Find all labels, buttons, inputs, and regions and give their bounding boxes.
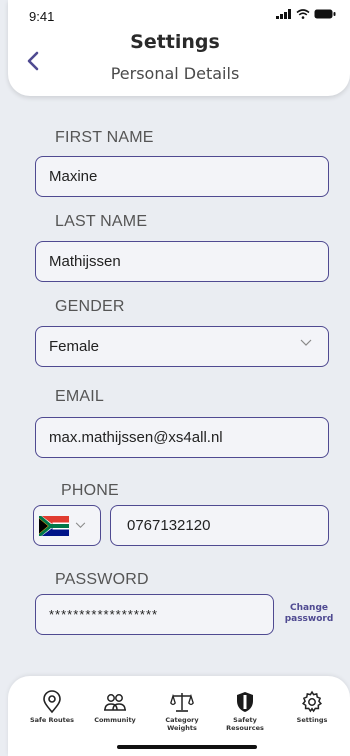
country-code-select[interactable] (33, 505, 101, 546)
page-subtitle: Personal Details (110, 64, 240, 83)
home-indicator (117, 745, 257, 749)
nav-label-category-weights-line2: Weights (167, 724, 197, 732)
battery-icon (314, 9, 336, 19)
change-password-label-line1: Change (289, 603, 329, 613)
signal-icon (276, 9, 291, 19)
nav-label-category-weights: Category Weights (152, 716, 212, 732)
nav-item-settings[interactable]: Settings (282, 690, 342, 724)
password-value: ****************** (49, 607, 159, 622)
chevron-down-icon (75, 522, 86, 528)
change-password-link[interactable]: Change password (281, 603, 337, 625)
status-icons (276, 9, 336, 19)
last-name-label: LAST NAME (55, 213, 148, 230)
nav-label-safe-routes: Safe Routes (29, 716, 75, 724)
nav-item-safety-resources[interactable]: Safety Resources (215, 690, 275, 732)
nav-label-safety-resources-line1: Safety (233, 716, 257, 724)
status-time: 9:41 (29, 9, 55, 24)
nav-label-settings: Settings (296, 716, 328, 724)
phone-field[interactable]: 0767132120 (110, 505, 329, 546)
phone-label: PHONE (61, 482, 119, 499)
email-field[interactable]: max.mathijssen@xs4all.nl (35, 417, 329, 458)
nav-item-community[interactable]: Community (85, 690, 145, 724)
location-pin-icon (43, 690, 61, 714)
gear-icon (301, 690, 323, 713)
last-name-value: Mathijssen (49, 253, 121, 270)
shield-icon (237, 692, 253, 712)
nav-label-category-weights-line1: Category (165, 716, 199, 724)
last-name-field[interactable]: Mathijssen (35, 241, 329, 282)
south-africa-flag-icon (39, 515, 69, 536)
nav-label-community: Community (94, 716, 136, 724)
gender-select[interactable]: Female (35, 326, 329, 367)
scales-icon (170, 693, 194, 712)
page-title: Settings (130, 31, 220, 53)
email-label: EMAIL (55, 388, 105, 405)
chevron-down-icon (300, 339, 312, 346)
password-label: PASSWORD (55, 571, 149, 588)
email-value: max.mathijssen@xs4all.nl (49, 429, 223, 446)
nav-item-category-weights[interactable]: Category Weights (152, 690, 212, 732)
wifi-icon (296, 9, 310, 19)
first-name-value: Maxine (49, 168, 98, 185)
change-password-label-line2: password (284, 614, 334, 624)
nav-item-safe-routes[interactable]: Safe Routes (22, 690, 82, 724)
nav-label-safety-resources-line2: Resources (226, 724, 264, 732)
first-name-label: FIRST NAME (55, 129, 154, 146)
first-name-field[interactable]: Maxine (35, 156, 329, 197)
phone-value: 0767132120 (127, 517, 211, 534)
people-icon (104, 694, 126, 711)
gender-label: GENDER (55, 298, 125, 315)
nav-label-safety-resources: Safety Resources (215, 716, 275, 732)
gender-value: Female (49, 338, 100, 355)
password-field[interactable]: ****************** (35, 594, 274, 635)
